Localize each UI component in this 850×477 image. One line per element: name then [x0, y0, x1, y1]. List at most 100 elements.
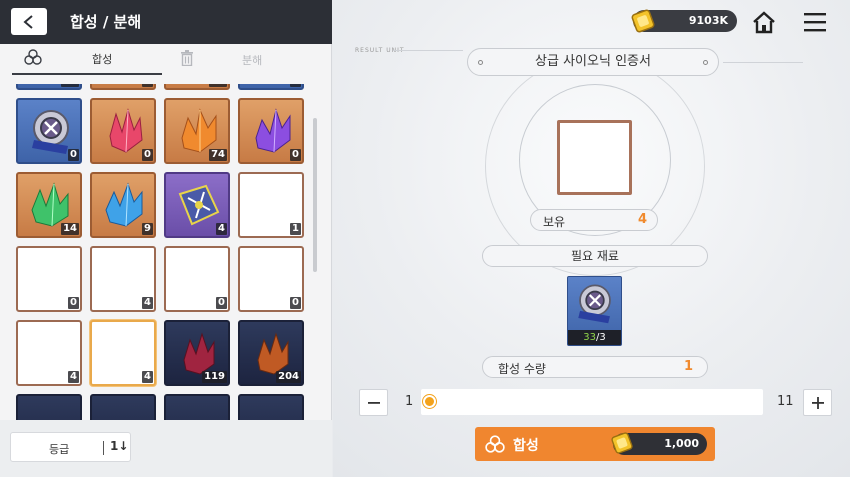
back-button[interactable] [11, 8, 47, 35]
synthesis-cost-value: 1,000 [664, 437, 699, 450]
synthesize-label: 합성 [513, 438, 539, 454]
item-count: 9 [142, 223, 153, 235]
menu-button[interactable] [803, 11, 827, 37]
item-slot[interactable]: 38 [164, 84, 230, 90]
item-slot[interactable]: 0 [90, 98, 156, 164]
item-count: 4 [142, 297, 153, 309]
item-count: 0 [290, 149, 301, 161]
gold-counter: 9103K [631, 9, 737, 33]
pill-dot [478, 60, 483, 65]
gold-ingot-icon [629, 7, 657, 39]
sort-order-icon[interactable]: 1↓ [110, 439, 128, 453]
tab-synthesize[interactable]: 합성 [12, 44, 162, 75]
owned-value: 4 [637, 212, 647, 227]
back-arrow-icon [23, 14, 33, 29]
home-icon [753, 11, 775, 34]
item-slot[interactable]: 74 [164, 98, 230, 164]
quantity-label: 합성 수량 [498, 362, 546, 376]
item-slot[interactable]: 5 [238, 84, 304, 90]
quantity-bar: 합성 수량 1 [482, 356, 708, 378]
material-slot[interactable]: 33/3 [567, 276, 622, 346]
item-slot-selected[interactable]: 4 [90, 320, 156, 386]
sort-label: 등급 [49, 443, 70, 456]
item-slot[interactable] [164, 394, 230, 420]
item-count: 38 [209, 84, 227, 87]
decrease-quantity-button[interactable] [359, 389, 388, 416]
item-name: 상급 사이오닉 인증서 [535, 54, 651, 69]
item-slot[interactable]: 48 [16, 84, 82, 90]
owned-label: 보유 [543, 215, 566, 229]
item-count: 2 [142, 84, 153, 87]
synthesize-button[interactable]: 합성 1,000 [475, 427, 715, 461]
gold-ingot-icon [609, 430, 635, 460]
item-slot[interactable]: 4 [164, 172, 230, 238]
quantity-slider[interactable] [421, 389, 763, 415]
item-count: 0 [68, 149, 79, 161]
owned-count-bar: 보유 4 [530, 209, 658, 231]
decor-line [393, 50, 463, 51]
item-count: 0 [290, 297, 301, 309]
item-slot[interactable] [238, 394, 304, 420]
item-slot[interactable]: 0 [164, 246, 230, 312]
material-need: 3 [599, 332, 606, 343]
pill-dot [703, 60, 708, 65]
home-button[interactable] [751, 9, 777, 39]
material-count: 33/3 [568, 330, 621, 345]
minus-icon [367, 401, 380, 404]
item-count: 4 [68, 371, 79, 383]
item-grid: 48 2 38 5 0 0 74 [0, 84, 316, 420]
item-count: 119 [202, 371, 227, 383]
item-count: 14 [61, 223, 79, 235]
increase-quantity-button[interactable] [803, 389, 832, 416]
tab-decompose-label: 분해 [242, 53, 263, 67]
item-slot[interactable]: 204 [238, 320, 304, 386]
item-slot[interactable] [90, 394, 156, 420]
certificate-icon [578, 284, 611, 324]
result-item-preview[interactable] [557, 120, 632, 195]
inventory-panel: 합성 / 분해 합성 분해 0 0 74 0 14 9 4 1 0 4 0 0 … [0, 0, 332, 477]
synthesis-cost: 1,000 [611, 432, 707, 455]
item-slot[interactable]: 9 [90, 172, 156, 238]
item-slot[interactable]: 4 [90, 246, 156, 312]
quantity-value: 1 [683, 359, 693, 374]
item-count: 0 [216, 297, 227, 309]
tab-decompose[interactable]: 분해 [170, 44, 320, 75]
item-slot[interactable]: 0 [238, 98, 304, 164]
page-title: 합성 / 분해 [70, 13, 142, 31]
hamburger-menu-icon [804, 13, 826, 32]
synthesis-icon [485, 435, 505, 457]
slider-max-label: 11 [777, 394, 794, 409]
item-slot[interactable]: 119 [164, 320, 230, 386]
item-name-bar: 상급 사이오닉 인증서 [467, 48, 719, 76]
sort-divider [103, 441, 104, 455]
top-bar: 합성 / 분해 [0, 0, 332, 44]
slider-handle[interactable] [423, 395, 436, 408]
slider-min-label: 1 [405, 394, 414, 409]
required-label: 필요 재료 [571, 249, 619, 263]
item-slot[interactable]: 4 [16, 320, 82, 386]
item-slot[interactable]: 1 [238, 172, 304, 238]
sort-grade-button[interactable]: 등급 1↓ [10, 432, 131, 462]
item-count: 0 [142, 149, 153, 161]
sort-bar: 등급 1↓ [0, 420, 332, 477]
item-count: 74 [209, 149, 227, 161]
grid-scrollbar[interactable] [313, 118, 317, 272]
synthesis-icon [24, 49, 42, 68]
mode-tabs: 합성 분해 [0, 44, 332, 77]
item-count: 5 [290, 84, 301, 87]
plus-icon [811, 396, 824, 409]
required-materials-header: 필요 재료 [482, 245, 708, 267]
item-count: 204 [276, 371, 301, 383]
item-slot[interactable] [16, 394, 82, 420]
item-count: 1 [290, 223, 301, 235]
item-slot[interactable]: 14 [16, 172, 82, 238]
item-slot[interactable]: 0 [16, 246, 82, 312]
item-slot[interactable]: 2 [90, 84, 156, 90]
item-slot[interactable]: 0 [238, 246, 304, 312]
item-count: 4 [142, 371, 153, 383]
trash-icon [180, 50, 194, 69]
item-count: 4 [216, 223, 227, 235]
tab-synthesize-label: 합성 [92, 52, 113, 66]
item-count: 0 [68, 297, 79, 309]
item-slot[interactable]: 0 [16, 98, 82, 164]
